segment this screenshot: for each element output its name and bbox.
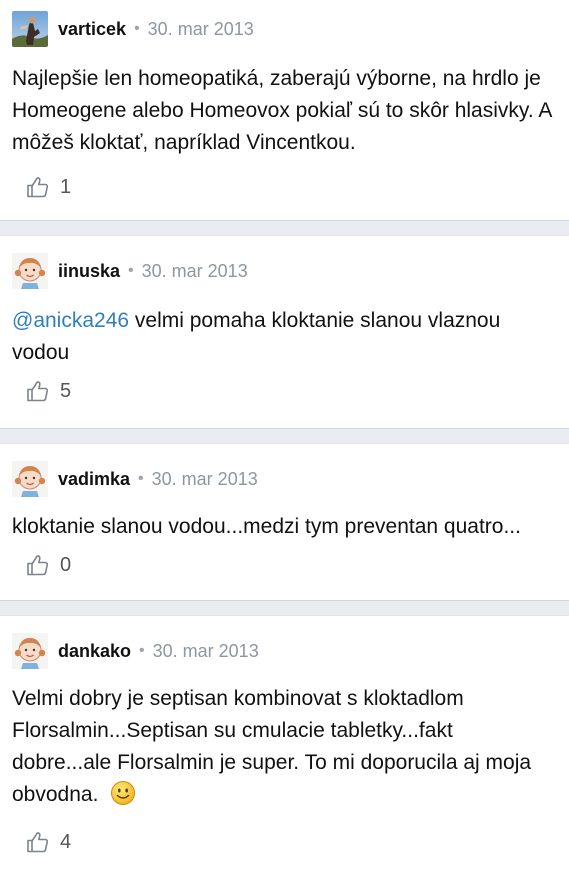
girl-avatar-icon [12,461,48,497]
like-button[interactable]: 5 [0,371,569,411]
comment-body: Velmi dobry je septisan kombinovat s klo… [12,687,532,806]
comment-separator [0,600,569,616]
photo-avatar-icon [12,11,48,47]
comment-text: Najlepšie len homeopatiká, zaberajú výbo… [0,63,569,159]
user-avatar[interactable] [12,461,48,497]
comment-item: dankako • 30. mar 2013 Velmi dobry je se… [0,616,569,876]
comment-date: 30. mar 2013 [151,468,258,489]
girl-avatar-icon [12,253,48,289]
comment-author[interactable]: iinuska [58,261,120,282]
meta-separator-dot: • [128,262,134,279]
thumbs-up-icon [27,381,49,402]
like-count: 4 [60,830,72,853]
comment-item: vadimka • 30. mar 2013 kloktanie slanou … [0,444,569,600]
comment-author[interactable]: varticek [58,19,126,40]
user-avatar[interactable] [12,11,48,47]
comment-feed: varticek • 30. mar 2013 Najlepšie len ho… [0,0,569,876]
comment-body: kloktanie slanou vodou...medzi tym preve… [12,515,521,538]
comment-item: iinuska • 30. mar 2013 @anicka246 velmi … [0,236,569,428]
user-avatar[interactable] [12,253,48,289]
meta-separator-dot: • [139,642,145,659]
girl-avatar-icon [12,633,48,669]
comment-body: Najlepšie len homeopatiká, zaberajú výbo… [12,67,552,154]
comment-author[interactable]: dankako [58,641,131,662]
user-mention-link[interactable]: @anicka246 [12,309,129,332]
comment-separator [0,428,569,444]
comment-date: 30. mar 2013 [152,640,259,661]
comment-text: @anicka246 velmi pomaha kloktanie slanou… [0,305,569,369]
meta-separator-dot: • [134,20,140,37]
comment-header: varticek • 30. mar 2013 [0,0,569,47]
thumbs-up-icon [27,177,49,198]
like-button[interactable]: 1 [0,167,569,207]
like-button[interactable]: 0 [0,545,569,585]
comment-header: dankako • 30. mar 2013 [0,616,569,669]
user-avatar[interactable] [12,633,48,669]
comment-author[interactable]: vadimka [58,469,130,490]
meta-separator-dot: • [138,470,144,487]
smiley-emoji-icon [110,780,136,816]
comment-separator [0,220,569,236]
comment-date: 30. mar 2013 [141,260,248,281]
like-button[interactable]: 4 [0,822,569,862]
like-count: 1 [60,175,72,198]
comment-item: varticek • 30. mar 2013 Najlepšie len ho… [0,0,569,220]
comment-header: vadimka • 30. mar 2013 [0,444,569,497]
thumbs-up-icon [27,832,49,853]
comment-text: kloktanie slanou vodou...medzi tym preve… [0,511,569,543]
comment-text: Velmi dobry je septisan kombinovat s klo… [0,683,569,816]
comment-date: 30. mar 2013 [147,18,254,39]
like-count: 5 [60,379,72,402]
comment-header: iinuska • 30. mar 2013 [0,236,569,289]
thumbs-up-icon [27,555,49,576]
like-count: 0 [60,553,72,576]
